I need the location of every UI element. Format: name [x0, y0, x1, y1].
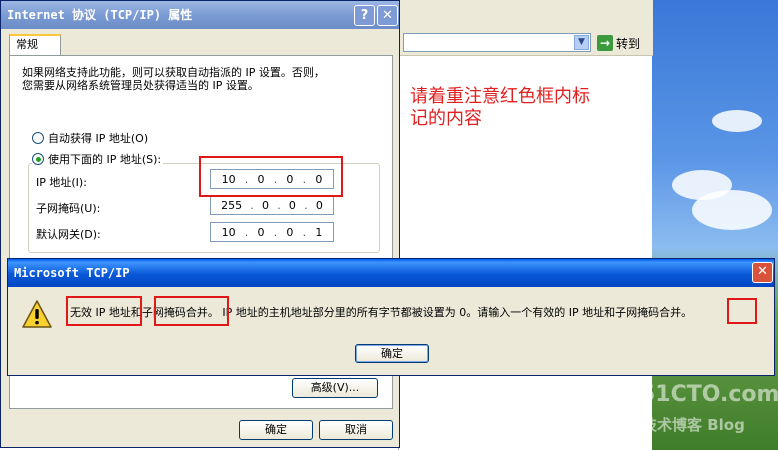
advanced-button[interactable]: 高级(V)...	[292, 378, 378, 398]
goto-label: 转到	[616, 36, 641, 51]
help-button[interactable]: ?	[354, 5, 375, 26]
close-button[interactable]: ✕	[377, 5, 398, 26]
cloud-decoration	[692, 190, 772, 230]
error-title: Microsoft TCP/IP	[8, 259, 774, 287]
ip-address-label: IP 地址(I):	[36, 176, 87, 189]
ok-button[interactable]: 确定	[239, 420, 313, 440]
radio-manual-ip[interactable]: 使用下面的 IP 地址(S):	[32, 151, 164, 167]
go-arrow-icon: →	[597, 35, 613, 51]
msg-body: 。 IP 地址的主机地址部分里的所有字节都被设置为 0。请输入一个有效的 IP …	[207, 306, 660, 319]
description: 如果网络支持此功能，则可以获取自动指派的 IP 设置。否则， 您需要从网络系统管…	[22, 66, 382, 92]
radio-manual-label: 使用下面的 IP 地址(S):	[48, 153, 162, 166]
cloud-decoration	[712, 110, 762, 132]
browser-window: ▼ → 转到	[398, 0, 653, 450]
gateway-octet: 0	[257, 225, 265, 239]
subnet-mask-label: 子网掩码(U):	[36, 202, 101, 215]
close-icon[interactable]: ✕	[752, 262, 773, 283]
msg-combine: 合并	[659, 306, 682, 319]
address-input[interactable]: ▼	[403, 33, 591, 52]
highlight-box	[154, 296, 229, 326]
highlight-box	[66, 296, 142, 326]
radio-icon[interactable]	[32, 132, 44, 144]
highlight-box	[199, 156, 343, 197]
goto-button[interactable]: → 转到	[597, 34, 640, 52]
gateway-input[interactable]: 10. 0. 0. 1	[210, 222, 334, 242]
tab-general[interactable]: 常规	[9, 34, 61, 55]
subnet-mask-input[interactable]: 255. 0. 0. 0	[210, 195, 334, 215]
watermark: 51CTO.com 技术博客 Blog	[640, 382, 778, 442]
watermark-line1: 51CTO.com	[640, 382, 778, 407]
browser-toolbar	[399, 0, 653, 30]
description-line2: 您需要从网络系统管理员处获得适当的 IP 设置。	[22, 79, 259, 92]
annotation-line1: 请着重注意红色框内标	[410, 86, 590, 107]
mask-octet: 0	[315, 198, 323, 212]
annotation-line2: 记的内容	[410, 108, 482, 129]
mask-octet: 0	[288, 198, 296, 212]
radio-selected-icon[interactable]	[32, 153, 44, 165]
chevron-down-icon[interactable]: ▼	[574, 35, 589, 50]
address-bar: ▼ → 转到	[399, 30, 653, 56]
highlight-box	[727, 298, 757, 324]
gateway-octet: 1	[315, 225, 323, 239]
mask-octet: 0	[262, 198, 269, 212]
msg-end: 。	[681, 306, 693, 319]
annotation-note: 请着重注意红色框内标 记的内容	[410, 86, 646, 130]
radio-auto-label: 自动获得 IP 地址(O)	[48, 132, 149, 145]
error-ok-button[interactable]: 确定	[355, 344, 429, 363]
radio-auto-ip[interactable]: 自动获得 IP 地址(O)	[32, 130, 148, 146]
watermark-line2: 技术博客 Blog	[642, 416, 745, 434]
gateway-octet: 0	[286, 225, 294, 239]
warning-icon	[22, 300, 52, 328]
description-line1: 如果网络支持此功能，则可以获取自动指派的 IP 设置。否则，	[22, 66, 325, 79]
mask-octet: 255	[221, 198, 243, 212]
gateway-label: 默认网关(D):	[36, 228, 101, 241]
gateway-octet: 10	[221, 225, 236, 239]
tcpip-properties-dialog: Internet 协议 (TCP/IP) 属性 ? ✕ 常规 如果网络支持此功能…	[0, 0, 400, 448]
dialog-title: Internet 协议 (TCP/IP) 属性	[1, 1, 399, 29]
cancel-button[interactable]: 取消	[319, 420, 393, 440]
